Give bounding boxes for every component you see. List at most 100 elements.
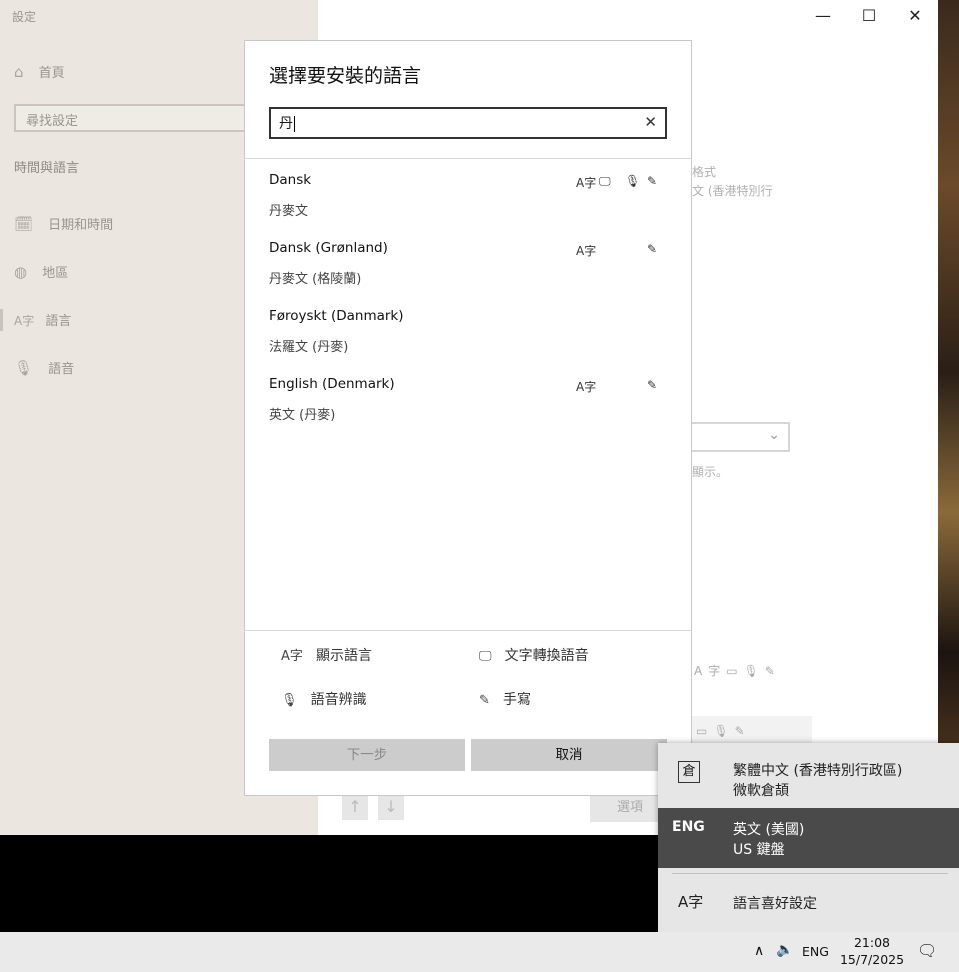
next-button[interactable]: 下一步 <box>269 739 465 771</box>
bg-text-region: 文 (香港特別行 <box>692 184 773 198</box>
microphone-icon: 🎙 <box>625 174 641 188</box>
bg-text-display: 顯示。 <box>692 465 729 479</box>
globe-icon: ◍ <box>14 263 28 281</box>
home-label: 首頁 <box>38 66 65 81</box>
dialog-title: 選擇要安裝的語言 <box>269 65 422 87</box>
chevron-down-icon: ⌄ <box>768 427 780 443</box>
preferences-label: 語言喜好設定 <box>733 896 817 912</box>
bg-language-row[interactable]: ▭🎙✎ <box>692 716 812 746</box>
calendar-clock-icon: 🗓 <box>14 215 34 233</box>
clock[interactable]: 21:08 15/7/2025 <box>836 935 908 967</box>
divider <box>245 158 691 159</box>
language-native-name: 丹麥文 (格陵蘭) <box>269 272 362 287</box>
selected-indicator <box>0 309 3 331</box>
handwriting-icon: ✎ <box>479 693 490 708</box>
ime-subtitle: 微軟倉頡 <box>733 783 789 799</box>
volume-button[interactable]: 🔈 <box>776 942 793 958</box>
display-language-icon: A字 <box>576 244 597 258</box>
clock-time: 21:08 <box>853 935 891 950</box>
display-language-icon: A字 <box>576 380 597 394</box>
microphone-icon: 🎙 <box>743 664 765 678</box>
section-title: 時間與語言 <box>14 161 80 176</box>
window-title: 設定 <box>12 10 37 24</box>
settings-search-input[interactable]: 尋找設定 <box>14 104 254 132</box>
legend-display-language: A字 顯示語言 <box>281 645 372 665</box>
home-icon: ⌂ <box>14 63 24 81</box>
handwriting-icon: ✎ <box>647 242 658 256</box>
legend-label: 手寫 <box>503 692 531 708</box>
minimize-button[interactable]: — <box>800 0 846 32</box>
close-icon: ✕ <box>908 6 922 25</box>
close-icon: ✕ <box>644 113 657 131</box>
notification-button[interactable]: 🗨 <box>917 941 937 960</box>
move-up-button[interactable]: ↑ <box>342 794 368 820</box>
language-result-item[interactable]: Føroyskt (Danmark) 法羅文 (丹麥) <box>269 308 669 376</box>
bg-feature-icons: ▭🎙✎ <box>696 724 751 738</box>
input-indicator[interactable]: ENG <box>802 944 829 959</box>
legend-label: 文字轉換語音 <box>504 648 589 664</box>
arrow-up-icon: ↑ <box>348 797 362 816</box>
microphone-icon: 🎙 <box>14 359 34 377</box>
clear-search-button[interactable]: ✕ <box>644 113 657 131</box>
legend-label: 語音辨識 <box>310 692 367 708</box>
language-native-name: 法羅文 (丹麥) <box>269 340 349 355</box>
language-search-input[interactable]: 丹 ✕ <box>269 107 667 139</box>
sidebar-item-speech[interactable]: 🎙 語音 <box>14 358 74 377</box>
divider <box>672 873 948 874</box>
display-language-icon: A字 <box>576 176 597 190</box>
sidebar-item-label: 日期和時間 <box>48 218 114 233</box>
chevron-up-icon: ∧ <box>754 943 765 959</box>
sidebar-item-label: 語言 <box>45 314 72 329</box>
notification-icon: 🗨 <box>917 941 938 960</box>
clock-date: 15/7/2025 <box>839 952 905 967</box>
ime-item-us-keyboard[interactable]: ENG 英文 (美國) US 鍵盤 <box>658 808 959 868</box>
choose-language-dialog: 選擇要安裝的語言 丹 ✕ Dansk 丹麥文 A字 🖵 🎙 ✎ Dansk (G… <box>244 40 692 796</box>
search-value: 丹 <box>279 116 293 132</box>
close-button[interactable]: ✕ <box>892 0 938 32</box>
sidebar-item-label: 語音 <box>48 362 75 377</box>
sidebar-item-date-time[interactable]: 🗓 日期和時間 <box>14 214 113 233</box>
legend-text-to-speech: 🖵 文字轉換語音 <box>479 645 589 665</box>
maximize-button[interactable]: ☐ <box>846 0 892 32</box>
handwriting-icon: ✎ <box>764 664 781 678</box>
language-name: Dansk (Grønland) <box>269 240 388 256</box>
language-result-item[interactable]: English (Denmark) 英文 (丹麥) A字 ✎ <box>269 376 669 444</box>
language-result-item[interactable]: Dansk (Grønland) 丹麥文 (格陵蘭) A字 ✎ <box>269 240 669 308</box>
taskbar: ∧ 🔈 ENG 21:08 15/7/2025 🗨 <box>0 932 959 972</box>
search-placeholder: 尋找設定 <box>26 114 79 129</box>
legend-handwriting: ✎ 手寫 <box>479 689 531 709</box>
speaker-icon: 🔈 <box>776 942 794 958</box>
language-name: English (Denmark) <box>269 376 395 392</box>
language-icon: A字 <box>678 893 704 911</box>
maximize-icon: ☐ <box>861 6 877 25</box>
bg-dropdown[interactable]: ⌄ <box>690 422 790 452</box>
home-nav[interactable]: ⌂ 首頁 <box>14 62 65 81</box>
language-result-item[interactable]: Dansk 丹麥文 A字 🖵 🎙 ✎ <box>269 172 669 240</box>
tts-icon: 🖵 <box>599 174 611 188</box>
ime-title: 英文 (美國) <box>733 822 805 838</box>
bg-text-format: 格式 <box>692 165 717 179</box>
sidebar-item-region[interactable]: ◍ 地區 <box>14 262 68 281</box>
show-hidden-icons-button[interactable]: ∧ <box>754 943 764 959</box>
language-name: Dansk <box>269 172 312 188</box>
cancel-button[interactable]: 取消 <box>471 739 667 771</box>
text-caret <box>294 116 295 132</box>
language-native-name: 丹麥文 <box>269 204 309 219</box>
legend-label: 顯示語言 <box>316 648 372 664</box>
handwriting-icon: ✎ <box>647 378 658 392</box>
display-language-icon: A字 <box>694 664 727 678</box>
bg-feature-icons: A字▭🎙✎ <box>694 662 781 679</box>
handwriting-icon: ✎ <box>647 174 658 188</box>
legend-speech-recognition: 🎙 語音辨識 <box>281 689 367 709</box>
move-down-button[interactable]: ↓ <box>378 794 404 820</box>
language-preferences-link[interactable]: A字 語言喜好設定 <box>658 877 959 927</box>
language-icon: A字 <box>14 314 35 328</box>
ime-item-cangjie[interactable]: 倉 繁體中文 (香港特別行政區) 微軟倉頡 <box>658 743 959 807</box>
sidebar-item-language[interactable]: A字 語言 <box>14 310 71 329</box>
minimize-icon: — <box>815 6 831 25</box>
tts-icon: ▭ <box>726 664 744 678</box>
ime-subtitle: US 鍵盤 <box>733 842 785 858</box>
input-method-flyout: 倉 繁體中文 (香港特別行政區) 微軟倉頡 ENG 英文 (美國) US 鍵盤 … <box>658 743 959 932</box>
ime-title: 繁體中文 (香港特別行政區) <box>733 763 903 779</box>
tts-icon: 🖵 <box>479 649 492 664</box>
